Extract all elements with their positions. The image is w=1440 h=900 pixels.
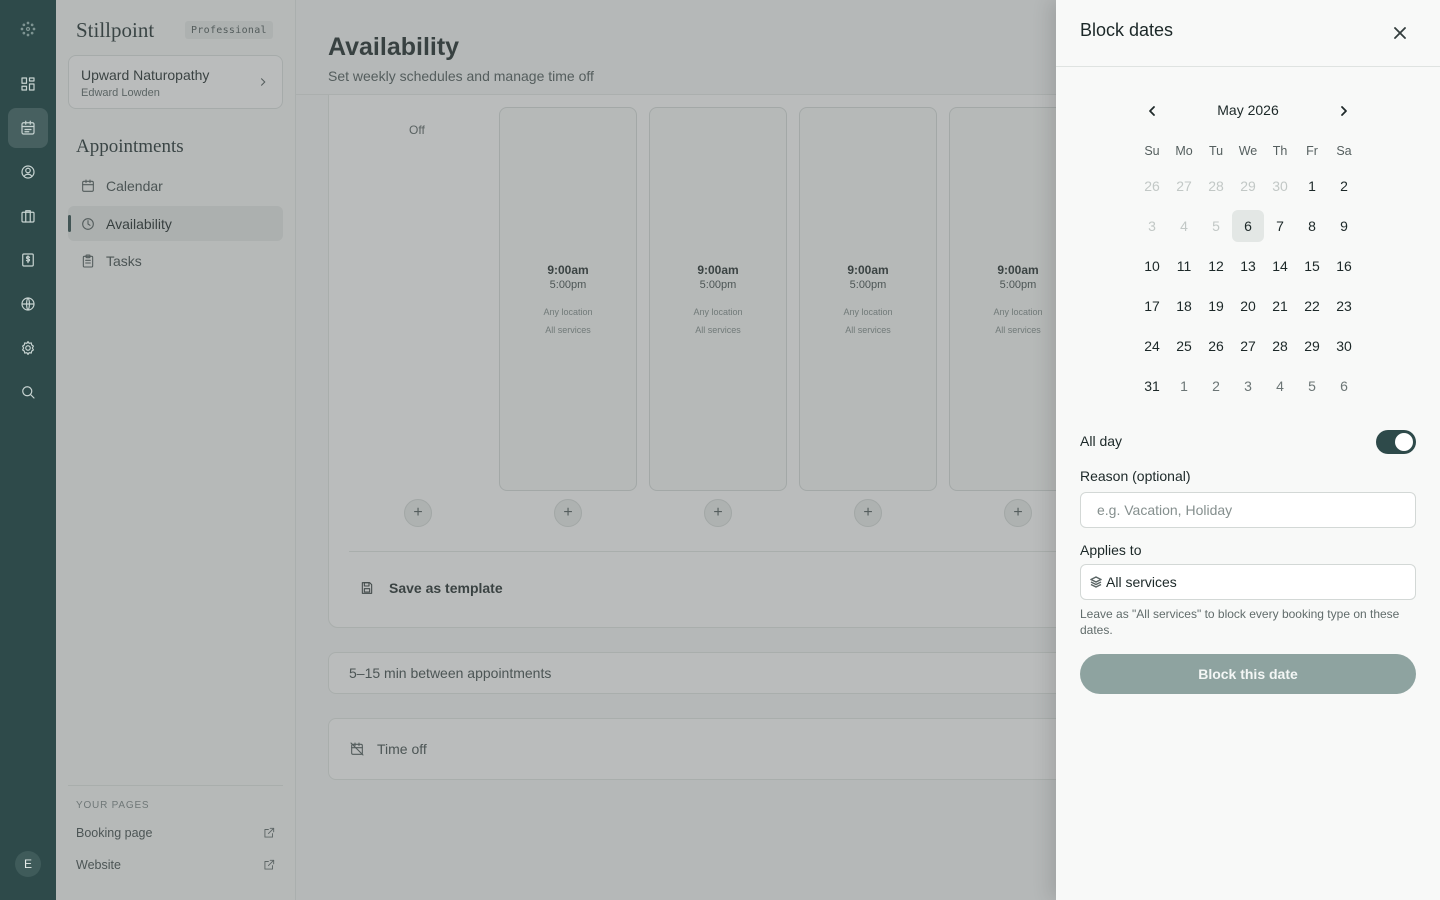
all-day-toggle[interactable] xyxy=(1376,430,1416,454)
calendar-day[interactable]: 18 xyxy=(1168,290,1200,322)
calendar-day[interactable]: 26 xyxy=(1200,330,1232,362)
calendar-day[interactable]: 19 xyxy=(1200,290,1232,322)
chevron-left-icon xyxy=(1149,106,1155,116)
calendar-day: 3 xyxy=(1148,218,1156,234)
calendar-day: 29 xyxy=(1240,178,1256,194)
calendar-day[interactable]: 13 xyxy=(1232,250,1264,282)
dashboard-icon[interactable] xyxy=(8,64,48,104)
calendar-day[interactable]: 17 xyxy=(1136,290,1168,322)
calendar-day: 27 xyxy=(1176,178,1192,194)
applies-to-value: All services xyxy=(1106,574,1177,590)
billing-icon[interactable] xyxy=(8,240,48,280)
calendar-day[interactable]: 24 xyxy=(1136,330,1168,362)
weekday-label: Sa xyxy=(1336,144,1352,158)
calendar-day: 28 xyxy=(1208,178,1224,194)
chevron-right-icon xyxy=(1341,106,1347,116)
reason-input[interactable] xyxy=(1080,492,1416,528)
next-month-button[interactable] xyxy=(1334,101,1354,121)
calendar-day[interactable]: 12 xyxy=(1200,250,1232,282)
calendar-day[interactable]: 6 xyxy=(1328,370,1360,402)
calendar-day[interactable]: 2 xyxy=(1200,370,1232,402)
all-day-label: All day xyxy=(1080,433,1123,449)
applies-to-label: Applies to xyxy=(1080,542,1142,558)
previous-month-button[interactable] xyxy=(1142,101,1162,121)
layers-icon xyxy=(1090,576,1102,588)
settings-icon[interactable] xyxy=(8,328,48,368)
icon-rail: E xyxy=(0,0,56,900)
calendar-day[interactable]: 9 xyxy=(1328,210,1360,242)
calendar-day[interactable]: 31 xyxy=(1136,370,1168,402)
calendar-icon[interactable] xyxy=(8,108,48,148)
close-button[interactable] xyxy=(1390,23,1410,43)
weekday-label: Mo xyxy=(1175,144,1193,158)
calendar-day[interactable]: 22 xyxy=(1296,290,1328,322)
calendar-day[interactable]: 2 xyxy=(1328,170,1360,202)
avatar[interactable]: E xyxy=(15,851,41,877)
month-label: May 2026 xyxy=(1217,102,1279,118)
calendar-day[interactable]: 30 xyxy=(1328,330,1360,362)
search-icon[interactable] xyxy=(8,372,48,412)
close-icon xyxy=(1394,27,1406,39)
calendar-day[interactable]: 23 xyxy=(1328,290,1360,322)
calendar-day[interactable]: 20 xyxy=(1232,290,1264,322)
logo-icon[interactable] xyxy=(8,9,48,49)
calendar-day[interactable]: 16 xyxy=(1328,250,1360,282)
calendar-day[interactable]: 10 xyxy=(1136,250,1168,282)
applies-to-helper: Leave as "All services" to block every b… xyxy=(1080,607,1400,637)
globe-icon[interactable] xyxy=(8,284,48,324)
calendar-day[interactable]: 27 xyxy=(1232,330,1264,362)
calendar-day: 4 xyxy=(1180,218,1188,234)
calendar-day[interactable]: 11 xyxy=(1168,250,1200,282)
reason-label: Reason (optional) xyxy=(1080,468,1191,484)
weekday-label: We xyxy=(1238,144,1258,158)
calendar-day: 30 xyxy=(1272,178,1288,194)
calendar-day[interactable]: 14 xyxy=(1264,250,1296,282)
calendar-day[interactable]: 28 xyxy=(1264,330,1296,362)
calendar-day[interactable]: 1 xyxy=(1296,170,1328,202)
calendar-day[interactable]: 15 xyxy=(1296,250,1328,282)
calendar-day[interactable]: 7 xyxy=(1264,210,1296,242)
modal-backdrop[interactable] xyxy=(56,0,1056,900)
block-dates-drawer: Block dates May 2026 Su Mo Tu We Th Fr Sa 26 27… xyxy=(1056,0,1440,900)
block-date-button[interactable]: Block this date xyxy=(1080,654,1416,694)
calendar-day[interactable]: 5 xyxy=(1296,370,1328,402)
calendar-day[interactable]: 21 xyxy=(1264,290,1296,322)
calendar-day-today[interactable]: 6 xyxy=(1232,210,1264,242)
clients-icon[interactable] xyxy=(8,152,48,192)
calendar-day[interactable]: 29 xyxy=(1296,330,1328,362)
calendar-day[interactable]: 1 xyxy=(1168,370,1200,402)
calendar-day[interactable]: 3 xyxy=(1232,370,1264,402)
calendar-day[interactable]: 8 xyxy=(1296,210,1328,242)
applies-to-select[interactable]: All services xyxy=(1080,564,1416,600)
calendar-day[interactable]: 25 xyxy=(1168,330,1200,362)
weekday-label: Fr xyxy=(1306,144,1318,158)
briefcase-icon[interactable] xyxy=(8,196,48,236)
calendar-day[interactable]: 4 xyxy=(1264,370,1296,402)
weekday-label: Tu xyxy=(1208,144,1224,158)
calendar-day: 5 xyxy=(1212,218,1220,234)
drawer-title: Block dates xyxy=(1080,20,1174,40)
drawer-header: Block dates xyxy=(1056,0,1440,67)
weekday-label: Th xyxy=(1272,144,1288,158)
toggle-knob xyxy=(1395,433,1413,451)
calendar-day: 26 xyxy=(1144,178,1160,194)
weekday-label: Su xyxy=(1144,144,1160,158)
